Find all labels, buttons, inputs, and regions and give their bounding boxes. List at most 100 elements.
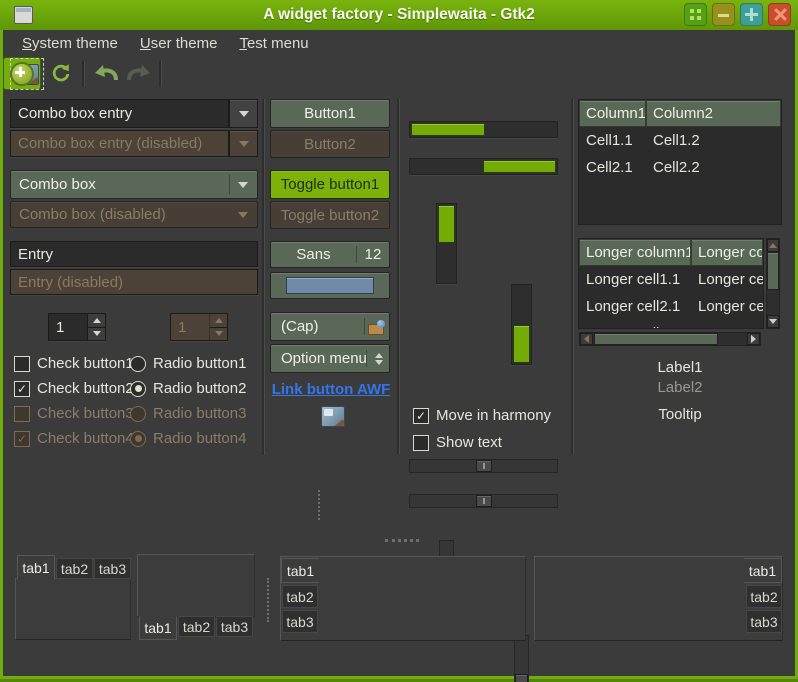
notebook3-tab2[interactable]: tab2 <box>282 585 318 608</box>
maximize-button[interactable] <box>740 3 763 26</box>
toggle-button1[interactable]: Toggle button1 <box>270 170 390 199</box>
slider-handle[interactable] <box>476 460 492 472</box>
table-row[interactable]: Longer cell2.1 Longer cell2.2 <box>579 293 763 320</box>
tree-view-1[interactable]: Column1 Column2 Cell1.1 Cell1.2 Cell2.1 … <box>578 99 782 225</box>
spin-button[interactable]: 1 <box>48 313 106 341</box>
checkbox-icon <box>14 356 30 372</box>
radio-selected-icon <box>130 381 146 397</box>
notebook4-tab3[interactable]: tab3 <box>746 610 782 633</box>
arrow-down-icon <box>769 319 777 324</box>
scroll-right-button[interactable] <box>747 333 760 345</box>
scrollbar-thumb[interactable] <box>594 333 718 345</box>
menu-user-theme[interactable]: User theme <box>130 31 228 56</box>
label1: Label1 <box>578 359 782 376</box>
window-border-bottom <box>0 676 798 682</box>
chevron-down-icon <box>239 141 249 147</box>
redo-button[interactable] <box>124 59 154 87</box>
combo-box[interactable]: Combo box <box>10 170 258 199</box>
notebook2-tab3[interactable]: tab3 <box>216 616 253 637</box>
check-label: Check button4 <box>37 430 134 447</box>
chevron-down-icon <box>238 212 248 218</box>
column-header[interactable]: Column1 <box>579 100 646 127</box>
arrow-up-icon <box>769 243 777 248</box>
check-button-3: Check button3 <box>14 405 134 422</box>
notebook4-tab1[interactable]: tab1 <box>744 558 782 583</box>
add-icon <box>10 62 34 86</box>
combo-separator <box>229 175 230 194</box>
check-button-1[interactable]: Check button1 <box>14 355 134 372</box>
scale-horizontal-2[interactable] <box>409 494 558 508</box>
column-separator <box>262 99 265 455</box>
combo-box-entry-field[interactable]: Combo box entry <box>10 99 229 128</box>
spin-up-button[interactable] <box>88 314 105 327</box>
menu-test-menu[interactable]: Test menu <box>229 31 318 56</box>
window-border-left <box>0 30 3 676</box>
unmaximize-button[interactable] <box>684 3 707 26</box>
arrow-down-icon <box>215 331 223 336</box>
slider-handle[interactable] <box>515 674 528 682</box>
entry-disabled: Entry (disabled) <box>10 269 258 295</box>
refresh-button[interactable] <box>47 59 75 87</box>
scale-vertical-2[interactable] <box>514 635 529 682</box>
font-button[interactable]: Sans 12 <box>270 241 390 268</box>
radio-icon <box>130 406 146 422</box>
spin-down-button <box>210 327 227 341</box>
scale-horizontal-1[interactable] <box>409 459 558 473</box>
notebook2-tab2[interactable]: tab2 <box>178 616 215 637</box>
notebook1-tab1[interactable]: tab1 <box>17 555 55 579</box>
show-text-check[interactable]: Show text <box>413 434 502 451</box>
up-down-arrows-icon <box>375 353 383 365</box>
radio-button-2[interactable]: Radio button2 <box>130 380 246 397</box>
column-header[interactable]: Column2 <box>646 100 781 127</box>
column-header[interactable]: Longer column2 <box>691 239 763 266</box>
cap-separator <box>364 318 365 335</box>
check-button-2[interactable]: ✓ Check button2 <box>14 380 134 397</box>
option-menu[interactable]: Option menu <box>270 344 390 373</box>
table-row[interactable]: Cell2.1 Cell2.2 <box>579 154 781 181</box>
arrow-up-icon <box>93 318 101 323</box>
notebook3-tab1[interactable]: tab1 <box>281 558 319 583</box>
titlebar[interactable]: A widget factory - Simplewaita - Gtk2 <box>0 0 798 30</box>
column-separator <box>571 99 574 455</box>
scroll-left-button[interactable] <box>580 333 593 345</box>
checkbox-checked-icon: ✓ <box>14 431 30 447</box>
notebook3-tab3[interactable]: tab3 <box>282 610 318 633</box>
check-label: Check button2 <box>37 380 134 397</box>
table-row[interactable]: Longer cell3.1 Longer cell3.2 <box>579 320 763 329</box>
minimize-button[interactable] <box>712 3 735 26</box>
spin-down-button[interactable] <box>88 327 105 341</box>
notebook1-tab2[interactable]: tab2 <box>56 558 93 579</box>
close-button[interactable] <box>768 3 791 26</box>
scroll-down-button[interactable] <box>767 315 779 328</box>
notebook1-tab3[interactable]: tab3 <box>94 558 131 579</box>
combo-box-disabled: Combo box (disabled) <box>10 201 258 228</box>
button1[interactable]: Button1 <box>270 99 390 128</box>
scroll-up-button[interactable] <box>767 239 779 252</box>
color-swatch <box>286 277 374 294</box>
spin-value: 1 <box>49 319 87 336</box>
horizontal-scrollbar[interactable] <box>579 332 761 346</box>
notebook2-tab1[interactable]: tab1 <box>139 616 177 640</box>
notebook2-page <box>137 554 255 617</box>
column-header[interactable]: Longer column1 <box>579 239 691 266</box>
radio-button-4: Radio button4 <box>130 430 246 447</box>
table-row[interactable]: Cell1.1 Cell1.2 <box>579 127 781 154</box>
combo-box-entry-dropdown[interactable] <box>229 99 258 128</box>
menu-system-theme[interactable]: System theme <box>12 31 128 56</box>
tree-view-2[interactable]: Longer column1 Longer column2 Longer cel… <box>578 238 764 329</box>
slider-handle[interactable] <box>476 495 492 507</box>
move-in-harmony-check[interactable]: ✓ Move in harmony <box>413 407 551 424</box>
check-label: Show text <box>436 434 502 451</box>
cap-button[interactable]: (Cap) <box>270 312 390 341</box>
link-button[interactable]: Link button AWF <box>270 381 392 398</box>
table-row[interactable]: Longer cell1.1 Longer cell1.2 <box>579 266 763 293</box>
spin-value: 1 <box>171 319 209 336</box>
color-button[interactable] <box>270 272 390 299</box>
entry[interactable]: Entry <box>10 241 258 267</box>
tree2-header-row: Longer column1 Longer column2 <box>579 239 763 266</box>
radio-button-1[interactable]: Radio button1 <box>130 355 246 372</box>
undo-button[interactable] <box>91 59 121 87</box>
scrollbar-thumb[interactable] <box>767 252 779 290</box>
notebook4-tab2[interactable]: tab2 <box>746 585 782 608</box>
vertical-scrollbar[interactable] <box>766 238 780 329</box>
